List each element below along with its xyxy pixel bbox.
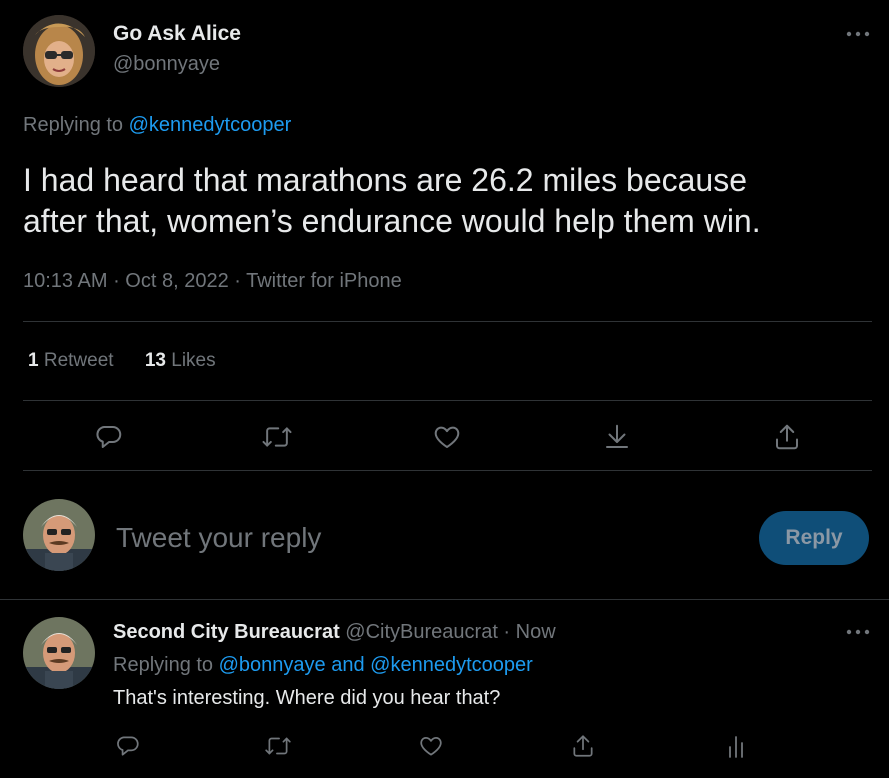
reply-share-icon[interactable] [568, 731, 598, 761]
retweet-label: Retweet [38, 350, 114, 371]
reply-author-handle[interactable]: @CityBureaucrat [345, 621, 498, 643]
reply-author-name[interactable]: Second City Bureaucrat [113, 621, 340, 643]
like-label: Likes [165, 350, 216, 371]
author-handle[interactable]: @bonnyaye [113, 53, 220, 76]
author-avatar[interactable] [23, 15, 95, 87]
replying-to-link[interactable]: @kennedytcooper [129, 114, 292, 136]
meta-separator: · [228, 270, 247, 292]
divider [0, 599, 889, 600]
reply-input[interactable]: Tweet your reply [116, 522, 676, 554]
engagement-stats: 1 Retweet 13 Likes [28, 350, 216, 372]
current-user-avatar[interactable] [23, 499, 95, 571]
tweet-meta: 10:13 AM · Oct 8, 2022 · Twitter for iPh… [23, 270, 402, 293]
reply-analytics-icon[interactable] [721, 731, 751, 761]
share-icon[interactable] [770, 420, 804, 454]
reply-like-icon[interactable] [416, 731, 446, 761]
retweet-count: 1 [28, 350, 39, 371]
more-dots-icon[interactable] [844, 24, 872, 44]
tweet-source[interactable]: Twitter for iPhone [246, 270, 402, 292]
reply-retweet-icon[interactable] [262, 731, 294, 761]
tweet-date[interactable]: Oct 8, 2022 [125, 270, 228, 292]
like-count: 13 [144, 350, 166, 371]
replying-to-link-2[interactable]: @kennedytcooper [370, 654, 533, 676]
replying-to-line: Replying to @kennedytcooper [23, 114, 291, 137]
reply-button[interactable]: Reply [759, 511, 869, 565]
replying-and: and [325, 654, 371, 676]
divider [23, 400, 872, 401]
likes-stat[interactable]: 13 Likes [145, 350, 216, 371]
reply-time[interactable]: Now [516, 621, 556, 643]
retweet-icon[interactable] [260, 420, 294, 454]
like-icon[interactable] [430, 420, 464, 454]
reply-replying-to-line: Replying to @bonnyaye and @kennedytcoope… [113, 654, 533, 677]
reply-text: That's interesting. Where did you hear t… [113, 687, 501, 709]
divider [23, 470, 872, 471]
author-name[interactable]: Go Ask Alice [113, 22, 241, 46]
reply-icon[interactable] [92, 420, 126, 454]
tweet-text-line-1: I had heard that marathons are 26.2 mile… [23, 162, 747, 198]
reply-author-avatar[interactable] [23, 617, 95, 689]
reply-reply-icon[interactable] [113, 731, 143, 761]
reply-more-dots-icon[interactable] [844, 622, 872, 642]
divider [23, 321, 872, 322]
tweet-text-line-2: after that, women’s endurance would help… [23, 203, 761, 239]
reply-header: Second City Bureaucrat @CityBureaucrat ·… [113, 621, 556, 644]
replying-to-link-1[interactable]: @bonnyaye [219, 654, 326, 676]
tweet-text: I had heard that marathons are 26.2 mile… [23, 160, 761, 242]
reply-separator: · [497, 621, 516, 643]
retweet-stat[interactable]: 1 Retweet [28, 350, 114, 371]
reply-replying-prefix: Replying to [113, 654, 219, 676]
replying-prefix: Replying to [23, 114, 129, 136]
tweet-time[interactable]: 10:13 AM [23, 270, 108, 292]
meta-separator: · [107, 270, 126, 292]
bookmark-download-icon[interactable] [600, 420, 634, 454]
